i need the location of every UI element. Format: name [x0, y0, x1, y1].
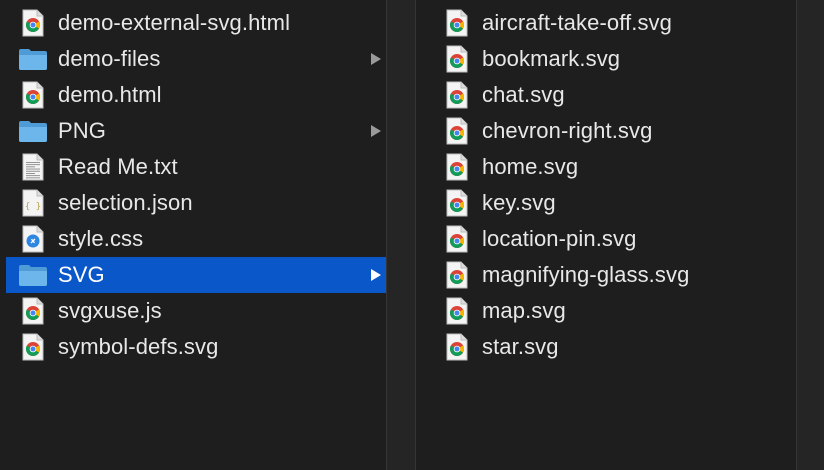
item-label: Read Me.txt — [58, 154, 178, 179]
file-row[interactable]: location-pin.svg — [430, 221, 796, 257]
item-label: demo-files — [58, 46, 161, 71]
item-label: symbol-defs.svg — [58, 334, 219, 359]
item-label: key.svg — [482, 190, 556, 215]
chrome-file-icon — [442, 116, 472, 146]
file-row[interactable]: map.svg — [430, 293, 796, 329]
chrome-file-icon — [18, 80, 48, 110]
column-gutter — [797, 0, 824, 470]
folder-row[interactable]: demo-files — [6, 41, 386, 77]
file-row[interactable]: demo-external-svg.html — [6, 5, 386, 41]
file-row[interactable]: chat.svg — [430, 77, 796, 113]
chrome-file-icon — [442, 296, 472, 326]
file-row[interactable]: { } selection.json — [6, 185, 386, 221]
file-row[interactable]: demo.html — [6, 77, 386, 113]
file-row[interactable]: symbol-defs.svg — [6, 329, 386, 365]
file-row[interactable]: star.svg — [430, 329, 796, 365]
finder-column-1[interactable]: demo-external-svg.html demo-files demo.htm… — [0, 0, 386, 470]
finder-column-2[interactable]: aircraft-take-off.svg bookmark.svg chat.sv… — [416, 0, 796, 470]
chrome-file-icon — [442, 224, 472, 254]
css-file-icon — [18, 224, 48, 254]
chrome-file-icon — [18, 332, 48, 362]
item-label: PNG — [58, 118, 106, 143]
chrome-file-icon — [442, 8, 472, 38]
folder-icon — [18, 260, 48, 290]
item-label: demo-external-svg.html — [58, 10, 291, 35]
file-row[interactable]: svgxuse.js — [6, 293, 386, 329]
chrome-file-icon — [442, 188, 472, 218]
chrome-file-icon — [442, 152, 472, 182]
chrome-file-icon — [442, 44, 472, 74]
item-label: selection.json — [58, 190, 193, 215]
file-row[interactable]: style.css — [6, 221, 386, 257]
chrome-file-icon — [442, 80, 472, 110]
chrome-file-icon — [18, 296, 48, 326]
item-label: home.svg — [482, 154, 579, 179]
json-file-icon: { } — [18, 188, 48, 218]
file-row[interactable]: home.svg — [430, 149, 796, 185]
svg-text:{ }: { } — [25, 202, 41, 212]
item-label: aircraft-take-off.svg — [482, 10, 672, 35]
folder-row[interactable]: PNG — [6, 113, 386, 149]
item-label: magnifying-glass.svg — [482, 262, 690, 287]
item-label: demo.html — [58, 82, 162, 107]
item-label: SVG — [58, 262, 105, 287]
disclosure-arrow-icon[interactable] — [371, 269, 381, 281]
item-label: bookmark.svg — [482, 46, 621, 71]
column-gutter — [387, 0, 416, 470]
item-label: star.svg — [482, 334, 559, 359]
folder-icon — [18, 44, 48, 74]
file-row[interactable]: chevron-right.svg — [430, 113, 796, 149]
file-row[interactable]: key.svg — [430, 185, 796, 221]
item-label: style.css — [58, 226, 144, 251]
item-label: svgxuse.js — [58, 298, 162, 323]
file-row[interactable]: Read Me.txt — [6, 149, 386, 185]
item-label: map.svg — [482, 298, 566, 323]
file-row[interactable]: aircraft-take-off.svg — [430, 5, 796, 41]
item-label: chat.svg — [482, 82, 565, 107]
file-row[interactable]: bookmark.svg — [430, 41, 796, 77]
item-label: location-pin.svg — [482, 226, 637, 251]
disclosure-arrow-icon[interactable] — [371, 53, 381, 65]
folder-row[interactable]: SVG — [6, 257, 386, 293]
chrome-file-icon — [18, 8, 48, 38]
disclosure-arrow-icon[interactable] — [371, 125, 381, 137]
text-file-icon — [18, 152, 48, 182]
folder-icon — [18, 116, 48, 146]
chrome-file-icon — [442, 332, 472, 362]
file-row[interactable]: magnifying-glass.svg — [430, 257, 796, 293]
chrome-file-icon — [442, 260, 472, 290]
item-label: chevron-right.svg — [482, 118, 653, 143]
